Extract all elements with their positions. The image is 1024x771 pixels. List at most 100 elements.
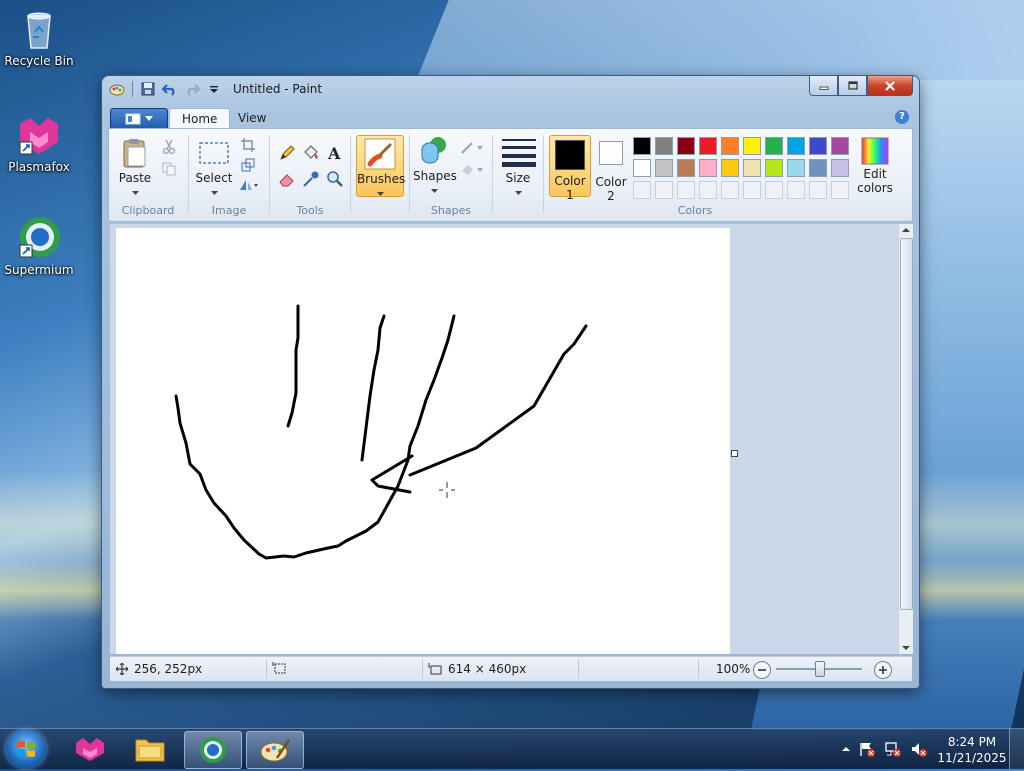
- tab-home[interactable]: Home: [169, 108, 231, 129]
- palette-swatch[interactable]: [765, 137, 783, 155]
- fill-style-icon[interactable]: [459, 159, 485, 179]
- palette-swatch[interactable]: [633, 137, 651, 155]
- vertical-scrollbar[interactable]: [898, 224, 913, 654]
- color-picker-icon[interactable]: [301, 169, 321, 189]
- redo-icon[interactable]: [183, 80, 201, 98]
- custom-color-slot[interactable]: [699, 181, 717, 199]
- desktop-icon-recycle-bin[interactable]: Recycle Bin: [0, 6, 79, 68]
- custom-color-slot[interactable]: [831, 181, 849, 199]
- cursor-position: 256, 252px: [116, 662, 202, 676]
- cursor-position-text: 256, 252px: [134, 662, 203, 676]
- title-bar[interactable]: Untitled - Paint: [102, 76, 919, 104]
- palette-swatch[interactable]: [765, 159, 783, 177]
- tab-view[interactable]: View: [226, 108, 278, 128]
- custom-color-slot[interactable]: [655, 181, 673, 199]
- color1-button[interactable]: Color 1: [549, 135, 591, 202]
- scroll-up-icon[interactable]: [902, 227, 910, 233]
- custom-color-slot[interactable]: [809, 181, 827, 199]
- start-button[interactable]: [6, 730, 46, 768]
- size-button[interactable]: Size: [498, 137, 538, 199]
- palette-swatch[interactable]: [655, 137, 673, 155]
- palette-swatch[interactable]: [699, 137, 717, 155]
- maximize-button[interactable]: [838, 76, 867, 96]
- color2-button[interactable]: Color 2: [593, 135, 629, 203]
- palette-swatch[interactable]: [655, 159, 673, 177]
- undo-icon[interactable]: [161, 80, 179, 98]
- quick-access-toolbar: [108, 80, 223, 98]
- palette-swatch[interactable]: [831, 159, 849, 177]
- paint-app-icon[interactable]: [108, 80, 126, 98]
- custom-color-slot[interactable]: [721, 181, 739, 199]
- folder-icon: [135, 739, 165, 762]
- palette-swatch[interactable]: [699, 159, 717, 177]
- volume-muted-icon[interactable]: [910, 741, 928, 757]
- magnifier-icon[interactable]: [325, 169, 345, 189]
- group-shapes: Shapes Shapes: [411, 131, 491, 219]
- palette-swatch[interactable]: [743, 137, 761, 155]
- network-icon[interactable]: [884, 741, 902, 757]
- palette-swatch[interactable]: [831, 137, 849, 155]
- save-icon[interactable]: [139, 80, 157, 98]
- edit-colors-button[interactable]: Edit colors: [855, 137, 895, 195]
- palette-swatch[interactable]: [743, 159, 761, 177]
- show-hidden-icons-icon[interactable]: [842, 746, 850, 752]
- action-center-flag-icon[interactable]: [858, 741, 876, 757]
- canvas-workarea: [110, 224, 898, 654]
- zoom-slider-track[interactable]: [776, 661, 862, 677]
- palette-swatch[interactable]: [633, 159, 651, 177]
- copy-icon[interactable]: [159, 159, 179, 179]
- customize-qat-icon[interactable]: [205, 80, 223, 98]
- resize-icon[interactable]: [238, 155, 258, 175]
- custom-color-slot[interactable]: [787, 181, 805, 199]
- fill-icon[interactable]: [301, 143, 321, 163]
- palette-swatch[interactable]: [721, 137, 739, 155]
- taskbar-explorer[interactable]: [122, 731, 178, 767]
- outline-icon[interactable]: [459, 137, 485, 157]
- cut-icon[interactable]: [159, 137, 179, 157]
- custom-color-slot[interactable]: [765, 181, 783, 199]
- canvas-resize-handle[interactable]: [731, 450, 738, 457]
- paint-menu-button[interactable]: [110, 108, 168, 130]
- color1-label: Color: [554, 174, 586, 188]
- shapes-button[interactable]: Shapes: [413, 135, 457, 197]
- palette-swatch[interactable]: [677, 137, 695, 155]
- group-size: Size: [494, 131, 542, 219]
- zoom-in-button[interactable]: [874, 661, 892, 679]
- brushes-button[interactable]: Brushes: [356, 135, 405, 197]
- select-button[interactable]: Select: [192, 137, 236, 199]
- rotate-icon[interactable]: [238, 175, 258, 195]
- desktop-icon-plasmafox[interactable]: Plasmafox: [0, 112, 79, 174]
- taskbar-plasmafox[interactable]: [62, 731, 118, 767]
- minimize-button[interactable]: [809, 76, 838, 96]
- close-button[interactable]: [867, 76, 913, 96]
- brush-icon: [364, 138, 396, 170]
- palette-swatch[interactable]: [809, 159, 827, 177]
- group-tools: A Tools: [271, 131, 349, 219]
- text-icon[interactable]: A: [325, 143, 345, 163]
- crop-icon[interactable]: [238, 135, 258, 155]
- clock[interactable]: 8:24 PM 11/21/2025: [936, 734, 1008, 766]
- zoom-slider-thumb[interactable]: [815, 661, 825, 677]
- custom-color-slot[interactable]: [743, 181, 761, 199]
- palette-swatch[interactable]: [787, 137, 805, 155]
- palette-swatch[interactable]: [721, 159, 739, 177]
- scroll-down-icon[interactable]: [902, 645, 910, 651]
- zoom-level: 100%: [716, 662, 750, 676]
- palette-swatch[interactable]: [787, 159, 805, 177]
- custom-color-slot[interactable]: [677, 181, 695, 199]
- palette-swatch[interactable]: [809, 137, 827, 155]
- palette-swatch[interactable]: [677, 159, 695, 177]
- help-icon[interactable]: ?: [895, 110, 909, 124]
- show-desktop-button[interactable]: [1009, 729, 1024, 769]
- scrollbar-thumb[interactable]: [900, 238, 913, 610]
- taskbar-paint[interactable]: [246, 731, 304, 769]
- desktop-icon-supermium[interactable]: Supermium: [0, 215, 79, 277]
- paste-button[interactable]: Paste: [115, 137, 155, 199]
- zoom-out-button[interactable]: [753, 661, 771, 679]
- separator: [578, 659, 579, 679]
- pencil-icon[interactable]: [277, 143, 297, 163]
- drawing-canvas[interactable]: [116, 228, 730, 654]
- custom-color-slot[interactable]: [633, 181, 651, 199]
- taskbar-supermium[interactable]: [184, 731, 242, 769]
- eraser-icon[interactable]: [277, 169, 297, 189]
